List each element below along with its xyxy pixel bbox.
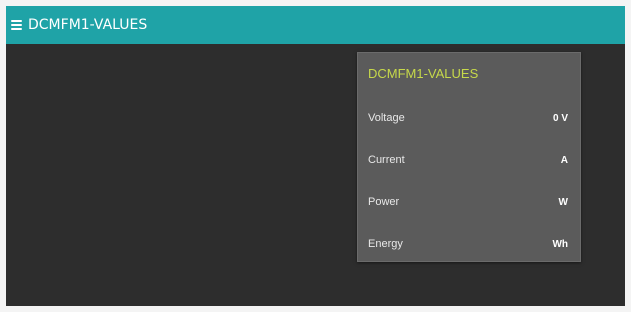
page-title: DCMFM1-VALUES: [28, 17, 148, 33]
hamburger-menu-icon[interactable]: [11, 20, 22, 30]
voltage-value: 0 V: [552, 112, 568, 124]
app-window: DCMFM1-VALUES DCMFM1-VALUES Voltage 0 V …: [6, 6, 625, 306]
voltage-row: Voltage 0 V: [368, 109, 568, 127]
voltage-label: Voltage: [368, 112, 405, 124]
current-label: Current: [368, 154, 405, 166]
current-value: A: [560, 154, 568, 166]
energy-label: Energy: [368, 238, 403, 250]
menu-icon-line: [11, 28, 22, 30]
top-app-bar: DCMFM1-VALUES: [6, 6, 625, 44]
power-label: Power: [368, 196, 400, 208]
menu-icon-line: [11, 24, 22, 26]
power-row: Power W: [368, 193, 568, 211]
power-value: W: [558, 196, 568, 208]
energy-value: Wh: [552, 238, 568, 250]
card-title: DCMFM1-VALUES: [368, 66, 479, 81]
energy-row: Energy Wh: [368, 235, 568, 253]
menu-icon-line: [11, 20, 22, 22]
values-card: DCMFM1-VALUES Voltage 0 V Current A Powe…: [357, 52, 581, 262]
current-row: Current A: [368, 151, 568, 169]
